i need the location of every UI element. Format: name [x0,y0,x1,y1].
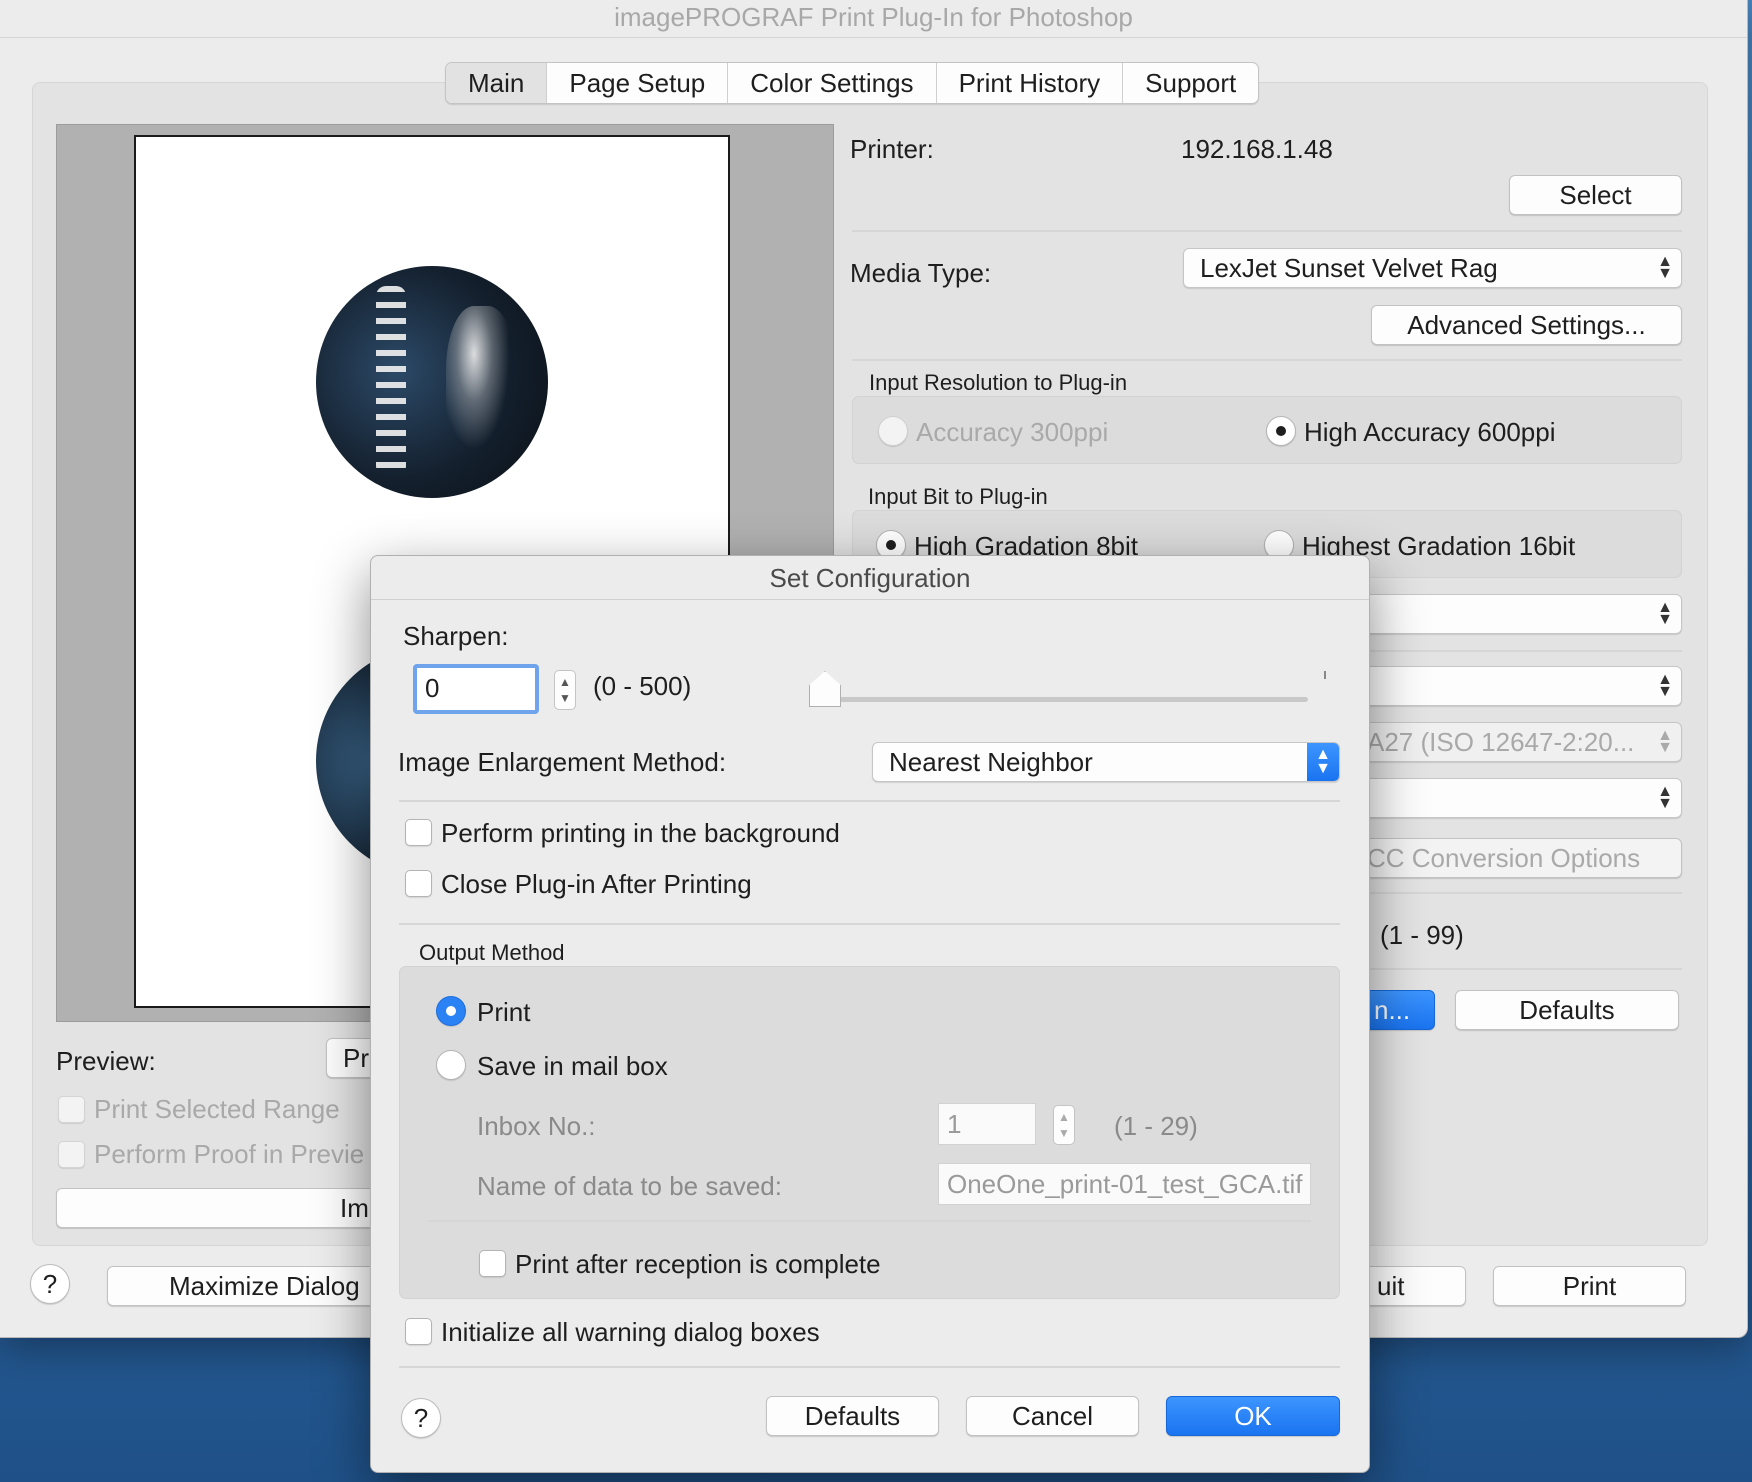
set-configuration-dialog: Set Configuration Sharpen: 0 ▲ ▼ (0 - 500… [370,555,1370,1473]
accuracy-300-label: Accuracy 300ppi [916,417,1109,447]
media-type-label: Media Type: [850,258,992,288]
smoke-shape [446,306,516,466]
data-name-label: Name of data to be saved: [477,1171,782,1201]
dialog-title: Set Configuration [371,556,1369,600]
close-after-print-label: Close Plug-in After Printing [441,869,752,899]
tab-main[interactable]: Main [446,63,548,103]
dialog-ok-button[interactable]: OK [1166,1396,1340,1436]
inbox-number-stepper[interactable]: ▲ ▼ [1053,1105,1075,1145]
enlargement-method-popup[interactable]: Nearest Neighbor ▲ ▼ [872,742,1340,782]
print-after-reception-label: Print after reception is complete [515,1249,881,1279]
fern-shape [376,286,406,476]
tab-print-history[interactable]: Print History [937,63,1124,103]
sharpen-range: (0 - 500) [593,671,692,701]
output-profile-value: A27 (ISO 12647-2:20... [1367,727,1635,757]
accuracy-600-radio[interactable] [1266,416,1296,446]
enlargement-method-value: Nearest Neighbor [889,747,1093,777]
dialog-help-icon[interactable]: ? [401,1398,441,1438]
copies-range: (1 - 99) [1380,920,1464,950]
window-title: imagePROGRAF Print Plug-In for Photoshop [0,0,1747,38]
preview-label: Preview: [56,1046,156,1076]
advanced-settings-button[interactable]: Advanced Settings... [1371,305,1682,345]
maximize-dialog-button[interactable]: Maximize Dialog [107,1266,397,1306]
separator [399,923,1340,925]
inbox-number-label: Inbox No.: [477,1111,596,1141]
preview-image-top [316,266,548,498]
perform-background-label: Perform printing in the background [441,818,840,848]
sharpen-slider-track[interactable] [812,697,1308,702]
accuracy-600-label: High Accuracy 600ppi [1304,417,1556,447]
data-name-input[interactable]: OneOne_print-01_test_GCA.tif [938,1163,1311,1205]
output-mailbox-radio[interactable] [436,1050,466,1080]
perform-background-checkbox[interactable] [405,819,432,846]
print-button[interactable]: Print [1493,1266,1686,1306]
media-type-value: LexJet Sunset Velvet Rag [1200,253,1498,283]
separator [852,230,1682,232]
help-icon[interactable]: ? [30,1264,70,1304]
select-printer-button[interactable]: Select [1509,175,1682,215]
inbox-range: (1 - 29) [1114,1111,1198,1141]
output-print-radio[interactable] [436,996,466,1026]
popup-arrows-icon: ▲ ▼ [1657,671,1673,700]
main-defaults-button[interactable]: Defaults [1455,990,1679,1030]
enlargement-method-label: Image Enlargement Method: [398,747,727,777]
output-mailbox-label: Save in mail box [477,1051,668,1081]
perform-proof-label: Perform Proof in Previe [94,1139,365,1169]
tab-support[interactable]: Support [1123,63,1258,103]
dialog-defaults-button[interactable]: Defaults [766,1396,939,1436]
print-selected-range-checkbox[interactable] [58,1096,85,1123]
print-after-reception-checkbox[interactable] [479,1250,506,1277]
printer-value: 192.168.1.48 [1181,134,1333,164]
initialize-warnings-label: Initialize all warning dialog boxes [441,1317,820,1347]
popup-arrows-icon: ▲ ▼ [1657,599,1673,628]
tab-bar: Main Page Setup Color Settings Print His… [445,62,1260,104]
output-print-label: Print [477,997,531,1027]
sharpen-stepper[interactable]: ▲ ▼ [554,670,576,710]
perform-proof-checkbox[interactable] [58,1141,85,1168]
image-button[interactable]: Im [56,1188,386,1228]
sharpen-input[interactable]: 0 [413,664,539,714]
output-method-group-label: Output Method [419,940,565,965]
popup-arrows-icon: ▲ ▼ [1657,783,1673,812]
tab-page-setup[interactable]: Page Setup [547,63,729,103]
slider-tick [1324,671,1326,679]
inbox-number-input[interactable]: 1 [938,1103,1036,1145]
print-selected-range-label: Print Selected Range [94,1094,340,1124]
media-type-popup[interactable]: LexJet Sunset Velvet Rag ▲ ▼ [1183,248,1682,288]
separator [428,1220,1311,1222]
separator [399,1366,1340,1368]
initialize-warnings-checkbox[interactable] [405,1318,432,1345]
popup-arrows-icon: ▲ ▼ [1657,727,1673,756]
popup-arrows-icon: ▲ ▼ [1307,743,1339,781]
tab-color-settings[interactable]: Color Settings [728,63,937,103]
sharpen-slider-thumb[interactable] [809,671,841,707]
input-resolution-group-label: Input Resolution to Plug-in [869,370,1128,395]
separator [399,800,1340,802]
popup-arrows-icon: ▲ ▼ [1657,253,1673,282]
dialog-cancel-button[interactable]: Cancel [966,1396,1139,1436]
accuracy-300-radio[interactable] [878,416,908,446]
printer-label: Printer: [850,134,934,164]
separator [852,359,1682,361]
sharpen-label: Sharpen: [403,621,509,651]
close-after-print-checkbox[interactable] [405,870,432,897]
input-bit-group-label: Input Bit to Plug-in [868,484,1048,509]
